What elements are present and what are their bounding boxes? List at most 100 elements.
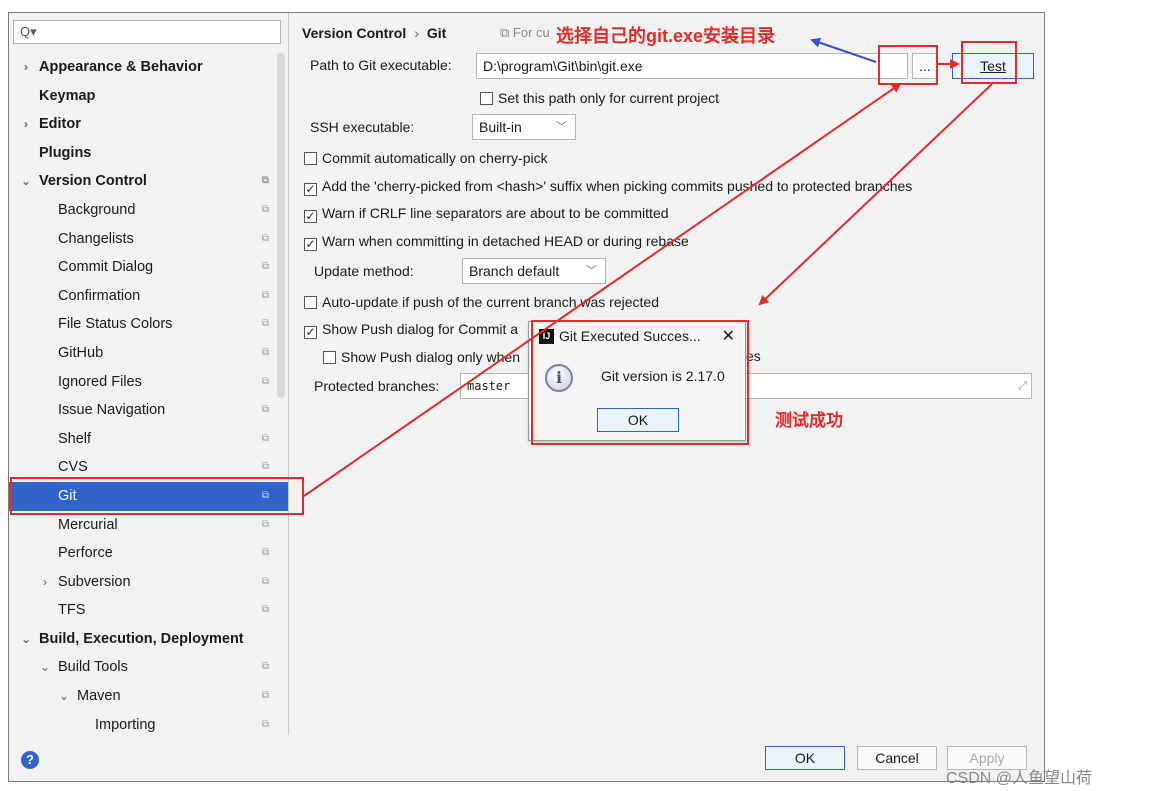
sidebar-item[interactable]: Ignored Files ⧉: [9, 368, 288, 397]
project-scope-icon: ⧉: [261, 404, 269, 416]
sidebar-item-label: Background: [58, 201, 136, 218]
watermark: CSDN @人鱼望山荷: [946, 770, 1093, 787]
dialog-footer: ? OK Cancel Apply: [9, 735, 1044, 781]
sidebar-item[interactable]: › Appearance & Behavior: [9, 53, 288, 82]
check-icon: ✓: [304, 209, 317, 223]
sidebar-item[interactable]: › Editor: [9, 110, 288, 139]
project-scope-icon: ⧉: [261, 175, 269, 187]
check-icon: ✓: [304, 182, 317, 196]
chevron-down-icon[interactable]: ⌄: [19, 167, 33, 196]
sidebar-item[interactable]: Issue Navigation ⧉: [9, 396, 288, 425]
sidebar-item[interactable]: ⌄ Maven ⧉: [9, 682, 288, 711]
project-scope-icon: ⧉: [261, 718, 269, 730]
sidebar-scrollbar[interactable]: [277, 53, 285, 398]
check-icon: ✓: [304, 325, 317, 339]
sidebar-item[interactable]: ⌄ Build Tools ⧉: [9, 653, 288, 682]
sidebar-item[interactable]: GitHub ⧉: [9, 339, 288, 368]
cancel-button[interactable]: Cancel: [857, 746, 937, 770]
project-scope-icon: ⧉: [261, 375, 269, 387]
chevron-down-icon[interactable]: ⌄: [38, 653, 52, 682]
sidebar-item-label: Build Tools: [58, 659, 128, 676]
project-scope-icon: ⧉: [261, 289, 269, 301]
sidebar-item-label: Changelists: [58, 230, 134, 247]
project-scope-icon: ⧉: [261, 232, 269, 244]
sidebar-item[interactable]: Shelf ⧉: [9, 425, 288, 454]
sidebar-item-label: Appearance & Behavior: [39, 59, 203, 75]
settings-window: Q▾ › Appearance & Behavior Keymap › Editor Pl…: [8, 12, 1045, 782]
show-push-only-checkbox[interactable]: Show Push dialog only when: [323, 348, 520, 366]
sidebar-item-label: Keymap: [39, 87, 96, 104]
expand-icon[interactable]: ⤢: [1018, 374, 1027, 398]
project-scope-icon: ⧉: [261, 575, 269, 587]
breadcrumb-current: Git: [426, 25, 447, 41]
sidebar-item-label: TFS: [58, 602, 86, 619]
project-scope-icon: ⧉: [261, 261, 269, 273]
chevron-right-icon[interactable]: ›: [19, 53, 33, 82]
checkbox-box: [304, 296, 317, 309]
chevron-down-icon[interactable]: ⌄: [57, 682, 71, 711]
annotation-box-popup: [531, 320, 749, 445]
sidebar-item[interactable]: Changelists ⧉: [9, 225, 288, 254]
search-input[interactable]: Q▾: [13, 20, 281, 44]
annotation-test-success: 测试成功: [775, 411, 843, 430]
project-scope-icon: ⧉: [261, 203, 269, 215]
sidebar-item-label: Shelf: [58, 430, 92, 447]
annotation-box-git: [10, 477, 304, 515]
chevron-right-icon[interactable]: ›: [38, 568, 52, 597]
settings-sidebar: Q▾ › Appearance & Behavior Keymap › Editor Pl…: [9, 13, 289, 735]
sidebar-item[interactable]: Keymap: [9, 82, 288, 111]
warn-detached-checkbox[interactable]: ✓ Warn when committing in detached HEAD o…: [304, 232, 689, 251]
sidebar-item-label: Editor: [39, 116, 81, 133]
sidebar-item-label: GitHub: [58, 344, 104, 361]
sidebar-item-label: Maven: [77, 688, 121, 705]
project-scope-icon: ⧉: [261, 661, 269, 673]
chevron-down-icon[interactable]: ⌄: [19, 625, 33, 654]
chevron-right-icon[interactable]: ›: [19, 110, 33, 139]
checkbox-box: [480, 92, 493, 105]
sidebar-item[interactable]: ⌄ Build, Execution, Deployment: [9, 625, 288, 654]
sidebar-item-label: Version Control: [39, 173, 147, 190]
breadcrumb: Version Control › Git: [302, 25, 446, 41]
annotation-select-dir: 选择自己的git.exe安装目录: [556, 26, 776, 46]
sidebar-item-label: Issue Navigation: [58, 402, 166, 419]
sidebar-item[interactable]: ⌄ Version Control ⧉: [9, 167, 288, 196]
sidebar-item[interactable]: Confirmation ⧉: [9, 282, 288, 311]
protected-branches-label: Protected branches:: [314, 378, 440, 394]
git-path-input[interactable]: D:\program\Git\bin\git.exe: [476, 53, 908, 79]
sidebar-item[interactable]: Background ⧉: [9, 196, 288, 225]
sidebar-item[interactable]: Perforce ⧉: [9, 539, 288, 568]
update-method-select[interactable]: Branch default ﹀: [462, 258, 606, 284]
sidebar-item[interactable]: File Status Colors ⧉: [9, 310, 288, 339]
project-scope-icon: ⧉: [261, 547, 269, 559]
git-path-label: Path to Git executable:: [310, 57, 452, 73]
sidebar-item-label: Subversion: [58, 573, 131, 590]
sidebar-item-label: Perforce: [58, 545, 113, 562]
copy-icon: ⧉: [500, 25, 513, 40]
commit-cherry-pick-checkbox[interactable]: Commit automatically on cherry-pick: [304, 149, 548, 167]
breadcrumb-parent[interactable]: Version Control: [302, 25, 406, 41]
sidebar-item[interactable]: Importing ⧉: [9, 711, 288, 735]
search-icon: Q▾: [20, 24, 37, 39]
sidebar-item[interactable]: TFS ⧉: [9, 596, 288, 625]
set-path-only-checkbox[interactable]: Set this path only for current project: [480, 89, 719, 107]
annotation-box-test: [961, 41, 1017, 84]
warn-crlf-checkbox[interactable]: ✓ Warn if CRLF line separators are about …: [304, 204, 669, 223]
settings-tree: › Appearance & Behavior Keymap › Editor Plugi…: [9, 53, 288, 735]
chevron-down-icon: ﹀: [556, 121, 567, 133]
project-scope-icon: ⧉: [261, 318, 269, 330]
sidebar-item[interactable]: Commit Dialog ⧉: [9, 253, 288, 282]
check-icon: ✓: [304, 237, 317, 251]
checkbox-box: [304, 152, 317, 165]
chevron-down-icon: ﹀: [586, 265, 597, 277]
annotation-box-browse: [878, 45, 938, 85]
help-icon[interactable]: ?: [21, 751, 39, 769]
show-push-checkbox[interactable]: ✓ Show Push dialog for Commit a: [304, 320, 518, 339]
project-scope-icon: ⧉: [261, 346, 269, 358]
sidebar-item-label: File Status Colors: [58, 316, 173, 333]
ok-button[interactable]: OK: [765, 746, 845, 770]
cherry-suffix-checkbox[interactable]: ✓ Add the 'cherry-picked from <hash>' suf…: [304, 177, 912, 196]
ssh-select[interactable]: Built-in ﹀: [472, 114, 576, 140]
sidebar-item[interactable]: › Subversion ⧉: [9, 568, 288, 597]
sidebar-item[interactable]: Plugins: [9, 139, 288, 168]
auto-update-checkbox[interactable]: Auto-update if push of the current branc…: [304, 293, 659, 311]
